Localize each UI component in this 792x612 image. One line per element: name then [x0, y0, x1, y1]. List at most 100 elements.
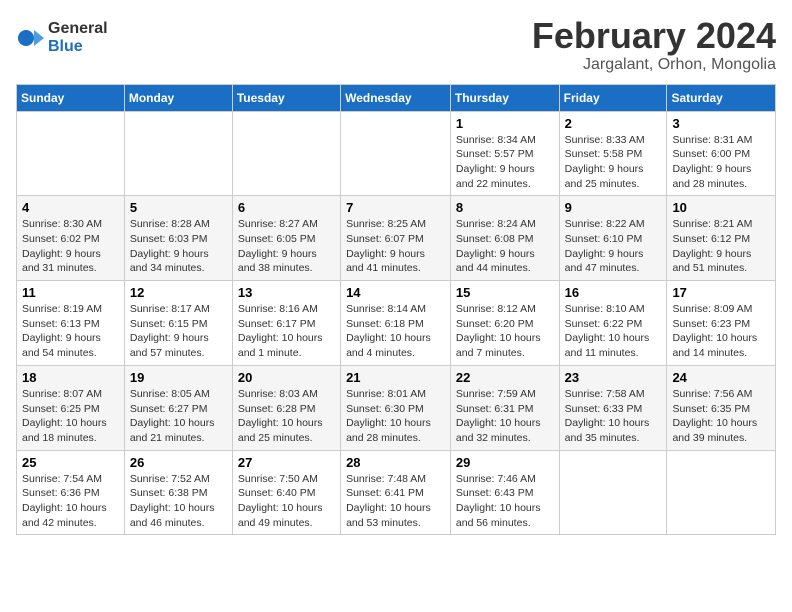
calendar-cell: 17 Sunrise: 8:09 AMSunset: 6:23 PMDayligh… — [667, 281, 776, 366]
title-area: February 2024 Jargalant, Orhon, Mongolia — [532, 16, 776, 74]
logo-text: General Blue — [48, 20, 108, 55]
day-number: 16 — [565, 285, 662, 300]
calendar-cell: 15 Sunrise: 8:12 AMSunset: 6:20 PMDayligh… — [450, 281, 559, 366]
calendar-cell — [341, 111, 451, 196]
calendar-week-2: 4Sunrise: 8:30 AMSunset: 6:02 PMDaylight… — [17, 196, 776, 281]
day-number: 19 — [130, 370, 227, 385]
calendar-header-row: SundayMondayTuesdayWednesdayThursdayFrid… — [17, 84, 776, 111]
day-info: Sunrise: 8:22 AMSunset: 6:10 PMDaylight:… — [565, 217, 662, 276]
day-number: 29 — [456, 455, 554, 470]
calendar-week-3: 11Sunrise: 8:19 AMSunset: 6:13 PMDayligh… — [17, 281, 776, 366]
day-number: 25 — [22, 455, 119, 470]
day-info: Sunrise: 8:17 AMSunset: 6:15 PMDaylight:… — [130, 302, 227, 361]
day-number: 10 — [672, 200, 770, 215]
day-info: Sunrise: 8:14 AMSunset: 6:18 PMDaylight:… — [346, 302, 445, 361]
calendar-cell: 1 Sunrise: 8:34 AMSunset: 5:57 PMDaylight… — [450, 111, 559, 196]
day-number: 26 — [130, 455, 227, 470]
calendar-cell: 20Sunrise: 8:03 AMSunset: 6:28 PMDayligh… — [232, 365, 340, 450]
day-info: Sunrise: 8:25 AMSunset: 6:07 PMDaylight:… — [346, 217, 445, 276]
day-info: Sunrise: 8:10 AMSunset: 6:22 PMDaylight:… — [565, 302, 662, 361]
calendar-cell: 29 Sunrise: 7:46 AMSunset: 6:43 PMDayligh… — [450, 450, 559, 535]
calendar-cell: 5 Sunrise: 8:28 AMSunset: 6:03 PMDaylight… — [124, 196, 232, 281]
day-info: Sunrise: 8:12 AMSunset: 6:20 PMDaylight:… — [456, 302, 554, 361]
calendar-header-monday: Monday — [124, 84, 232, 111]
day-number: 23 — [565, 370, 662, 385]
calendar-header-wednesday: Wednesday — [341, 84, 451, 111]
day-number: 21 — [346, 370, 445, 385]
day-info: Sunrise: 7:54 AMSunset: 6:36 PMDaylight:… — [22, 472, 119, 531]
day-number: 5 — [130, 200, 227, 215]
page-header: General Blue February 2024 Jargalant, Or… — [16, 16, 776, 74]
calendar-header-saturday: Saturday — [667, 84, 776, 111]
day-number: 22 — [456, 370, 554, 385]
calendar-cell: 26Sunrise: 7:52 AMSunset: 6:38 PMDayligh… — [124, 450, 232, 535]
logo-blue-text: Blue — [48, 38, 108, 56]
day-info: Sunrise: 8:27 AMSunset: 6:05 PMDaylight:… — [238, 217, 335, 276]
calendar-cell: 9Sunrise: 8:22 AMSunset: 6:10 PMDaylight… — [559, 196, 667, 281]
day-number: 2 — [565, 116, 662, 131]
day-info: Sunrise: 8:33 AMSunset: 5:58 PMDaylight:… — [565, 133, 662, 192]
calendar-cell: 18 Sunrise: 8:07 AMSunset: 6:25 PMDayligh… — [17, 365, 125, 450]
day-info: Sunrise: 8:21 AMSunset: 6:12 PMDaylight:… — [672, 217, 770, 276]
calendar-cell: 10 Sunrise: 8:21 AMSunset: 6:12 PMDayligh… — [667, 196, 776, 281]
calendar-cell — [124, 111, 232, 196]
calendar-cell: 12 Sunrise: 8:17 AMSunset: 6:15 PMDayligh… — [124, 281, 232, 366]
calendar-cell: 16 Sunrise: 8:10 AMSunset: 6:22 PMDayligh… — [559, 281, 667, 366]
day-number: 27 — [238, 455, 335, 470]
calendar-cell — [667, 450, 776, 535]
calendar-cell: 6 Sunrise: 8:27 AMSunset: 6:05 PMDaylight… — [232, 196, 340, 281]
calendar-cell: 4Sunrise: 8:30 AMSunset: 6:02 PMDaylight… — [17, 196, 125, 281]
day-info: Sunrise: 8:34 AMSunset: 5:57 PMDaylight:… — [456, 133, 554, 192]
day-number: 12 — [130, 285, 227, 300]
calendar-cell: 21 Sunrise: 8:01 AMSunset: 6:30 PMDayligh… — [341, 365, 451, 450]
day-info: Sunrise: 8:28 AMSunset: 6:03 PMDaylight:… — [130, 217, 227, 276]
day-info: Sunrise: 8:07 AMSunset: 6:25 PMDaylight:… — [22, 387, 119, 446]
day-info: Sunrise: 7:59 AMSunset: 6:31 PMDaylight:… — [456, 387, 554, 446]
day-number: 17 — [672, 285, 770, 300]
calendar-header-friday: Friday — [559, 84, 667, 111]
day-info: Sunrise: 7:46 AMSunset: 6:43 PMDaylight:… — [456, 472, 554, 531]
day-info: Sunrise: 8:01 AMSunset: 6:30 PMDaylight:… — [346, 387, 445, 446]
calendar-cell: 7 Sunrise: 8:25 AMSunset: 6:07 PMDaylight… — [341, 196, 451, 281]
calendar-week-5: 25 Sunrise: 7:54 AMSunset: 6:36 PMDayligh… — [17, 450, 776, 535]
day-info: Sunrise: 8:31 AMSunset: 6:00 PMDaylight:… — [672, 133, 770, 192]
calendar-cell — [17, 111, 125, 196]
calendar-cell: 8Sunrise: 8:24 AMSunset: 6:08 PMDaylight… — [450, 196, 559, 281]
day-number: 6 — [238, 200, 335, 215]
calendar-cell: 13 Sunrise: 8:16 AMSunset: 6:17 PMDayligh… — [232, 281, 340, 366]
day-number: 7 — [346, 200, 445, 215]
day-info: Sunrise: 7:50 AMSunset: 6:40 PMDaylight:… — [238, 472, 335, 531]
day-info: Sunrise: 8:30 AMSunset: 6:02 PMDaylight:… — [22, 217, 119, 276]
day-number: 15 — [456, 285, 554, 300]
day-info: Sunrise: 8:09 AMSunset: 6:23 PMDaylight:… — [672, 302, 770, 361]
day-number: 1 — [456, 116, 554, 131]
calendar-cell: 25 Sunrise: 7:54 AMSunset: 6:36 PMDayligh… — [17, 450, 125, 535]
day-info: Sunrise: 8:16 AMSunset: 6:17 PMDaylight:… — [238, 302, 335, 361]
day-number: 24 — [672, 370, 770, 385]
calendar-header-thursday: Thursday — [450, 84, 559, 111]
day-info: Sunrise: 7:58 AMSunset: 6:33 PMDaylight:… — [565, 387, 662, 446]
calendar-cell: 19 Sunrise: 8:05 AMSunset: 6:27 PMDayligh… — [124, 365, 232, 450]
calendar-cell: 28Sunrise: 7:48 AMSunset: 6:41 PMDayligh… — [341, 450, 451, 535]
logo-icon — [16, 24, 44, 52]
calendar-header-tuesday: Tuesday — [232, 84, 340, 111]
day-number: 18 — [22, 370, 119, 385]
calendar-cell: 23 Sunrise: 7:58 AMSunset: 6:33 PMDayligh… — [559, 365, 667, 450]
day-number: 14 — [346, 285, 445, 300]
day-info: Sunrise: 7:56 AMSunset: 6:35 PMDaylight:… — [672, 387, 770, 446]
calendar-cell: 22 Sunrise: 7:59 AMSunset: 6:31 PMDayligh… — [450, 365, 559, 450]
calendar-header-sunday: Sunday — [17, 84, 125, 111]
calendar-week-1: 1 Sunrise: 8:34 AMSunset: 5:57 PMDaylight… — [17, 111, 776, 196]
month-title: February 2024 — [532, 16, 776, 56]
day-info: Sunrise: 8:05 AMSunset: 6:27 PMDaylight:… — [130, 387, 227, 446]
calendar-cell: 14 Sunrise: 8:14 AMSunset: 6:18 PMDayligh… — [341, 281, 451, 366]
logo: General Blue — [16, 20, 108, 55]
day-number: 11 — [22, 285, 119, 300]
day-number: 3 — [672, 116, 770, 131]
calendar-cell: 24 Sunrise: 7:56 AMSunset: 6:35 PMDayligh… — [667, 365, 776, 450]
calendar-cell: 2 Sunrise: 8:33 AMSunset: 5:58 PMDaylight… — [559, 111, 667, 196]
day-info: Sunrise: 8:03 AMSunset: 6:28 PMDaylight:… — [238, 387, 335, 446]
calendar-cell — [559, 450, 667, 535]
day-number: 13 — [238, 285, 335, 300]
day-number: 28 — [346, 455, 445, 470]
